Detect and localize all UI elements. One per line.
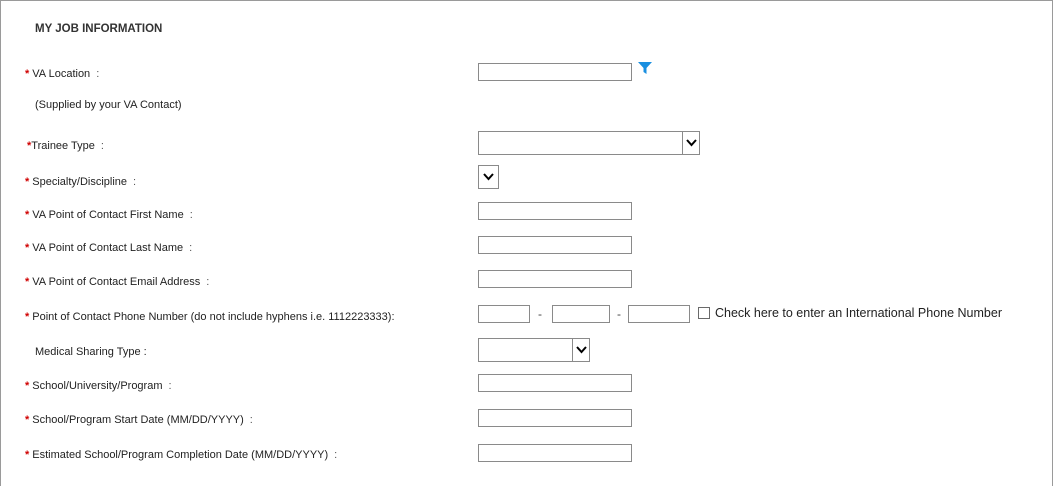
start-date-input[interactable]: [478, 409, 632, 427]
chevron-down-icon: [479, 166, 498, 188]
required-marker: *: [25, 380, 30, 392]
required-marker: *: [25, 311, 30, 323]
required-marker: *: [25, 242, 30, 254]
international-phone-checkbox[interactable]: [698, 307, 710, 319]
poc-first-name-input[interactable]: [478, 202, 632, 220]
va-location-note: (Supplied by your VA Contact): [35, 99, 182, 111]
phone-line-input[interactable]: [628, 305, 690, 323]
poc-email-input[interactable]: [478, 270, 632, 288]
school-input[interactable]: [478, 374, 632, 392]
international-phone-label[interactable]: Check here to enter an International Pho…: [715, 306, 1002, 320]
specialty-select[interactable]: [478, 165, 499, 189]
required-marker: *: [25, 209, 30, 221]
medical-sharing-type-label: Medical Sharing Type :: [35, 346, 147, 358]
trainee-type-label: *Trainee Type:: [27, 140, 104, 152]
filter-icon[interactable]: [638, 62, 652, 74]
chevron-down-icon: [572, 339, 589, 361]
chevron-down-icon: [682, 132, 699, 154]
completion-date-input[interactable]: [478, 444, 632, 462]
job-information-panel: MY JOB INFORMATION * VA Location: (Suppli…: [0, 0, 1053, 486]
completion-date-label: * Estimated School/Program Completion Dat…: [25, 449, 338, 461]
school-label: * School/University/Program:: [25, 380, 172, 392]
poc-last-name-input[interactable]: [478, 236, 632, 254]
phone-separator: -: [617, 307, 621, 321]
phone-prefix-input[interactable]: [552, 305, 610, 323]
va-location-label: * VA Location:: [25, 68, 100, 80]
start-date-label: * School/Program Start Date (MM/DD/YYYY):: [25, 414, 253, 426]
phone-area-code-input[interactable]: [478, 305, 530, 323]
poc-email-label: * VA Point of Contact Email Address:: [25, 276, 210, 288]
required-marker: *: [25, 68, 30, 80]
poc-last-name-label: * VA Point of Contact Last Name:: [25, 242, 193, 254]
poc-phone-label: * Point of Contact Phone Number (do not i…: [25, 311, 395, 323]
required-marker: *: [25, 449, 30, 461]
medical-sharing-type-select[interactable]: [478, 338, 590, 362]
trainee-type-select[interactable]: [478, 131, 700, 155]
poc-first-name-label: * VA Point of Contact First Name:: [25, 209, 193, 221]
specialty-label: * Specialty/Discipline:: [25, 176, 137, 188]
required-marker: *: [25, 276, 30, 288]
required-marker: *: [25, 414, 30, 426]
required-marker: *: [25, 176, 30, 188]
va-location-input[interactable]: [478, 63, 632, 81]
section-title: MY JOB INFORMATION: [35, 23, 163, 35]
phone-separator: -: [538, 307, 542, 321]
